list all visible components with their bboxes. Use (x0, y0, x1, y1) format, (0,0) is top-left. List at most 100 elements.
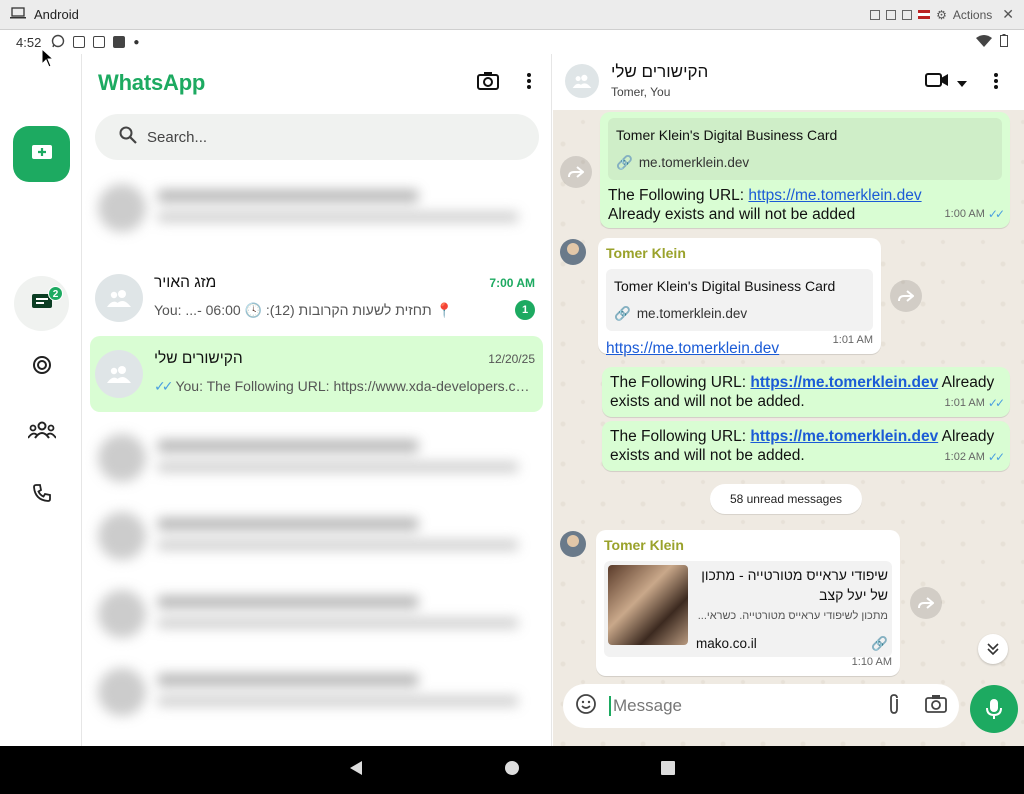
sender-avatar[interactable] (560, 531, 586, 557)
sticker-icon[interactable] (575, 693, 597, 720)
blurred-chat-row[interactable] (88, 582, 543, 648)
blurred-chat-row[interactable] (88, 660, 543, 726)
new-chat-button[interactable] (13, 126, 70, 182)
attach-icon[interactable] (887, 693, 901, 720)
home-icon[interactable] (504, 760, 520, 781)
new-chat-icon (31, 142, 53, 167)
overflow-menu-button[interactable] (514, 68, 544, 98)
calendar-icon (93, 36, 106, 48)
link-preview-card[interactable]: Tomer Klein's Digital Business Card 🔗 me.… (608, 118, 1002, 180)
rail-communities[interactable] (14, 405, 69, 460)
double-check-icon: ✓✓ (987, 207, 1005, 221)
camera-button[interactable] (473, 68, 503, 98)
blurred-chat-row[interactable] (88, 176, 543, 242)
search-placeholder: Search... (147, 128, 208, 146)
video-call-button[interactable] (925, 72, 967, 93)
mouse-cursor (41, 47, 55, 73)
status-updates-icon (31, 354, 53, 381)
forward-icon (918, 597, 934, 609)
forward-button[interactable] (560, 156, 592, 188)
conversation-panel: הקישורים שלי Tomer, You Tomer Klein's Di… (553, 54, 1024, 746)
message-input[interactable]: Message (609, 696, 682, 716)
flag-icon[interactable] (918, 10, 931, 19)
message-meta: 1:02 AM ✓✓ (945, 448, 1005, 467)
camera-icon (477, 71, 499, 96)
chat-row-weather[interactable]: מזג האויר 7:00 AM You: ...- 06:00 🕓 :(12… (90, 260, 543, 336)
message-bubble-incoming[interactable]: Tomer Klein שיפודי עראייס מטורטייה - מתכ… (596, 530, 900, 676)
wifi-icon (976, 34, 992, 50)
group-icon (572, 74, 592, 88)
more-notifications-dot: ● (133, 36, 140, 48)
search-icon (119, 126, 137, 148)
chats-unread-badge: 2 (48, 286, 63, 301)
chat-list-panel: WhatsApp Search... מזג האויר 7:00 AM You… (83, 54, 552, 746)
android-navigation-bar (0, 746, 1024, 794)
gear-icon[interactable]: ⚙ (936, 8, 947, 22)
scroll-to-bottom-button[interactable] (978, 634, 1008, 664)
voice-message-button[interactable] (970, 685, 1018, 733)
double-check-icon: ✓✓ (154, 378, 174, 394)
mic-icon (986, 699, 1002, 719)
communities-icon (26, 421, 57, 444)
message-url-link[interactable]: https://me.tomerklein.dev (750, 374, 938, 391)
forward-button[interactable] (910, 587, 942, 619)
phone-icon (32, 483, 52, 508)
chat-name: מזג האויר (154, 274, 217, 291)
emulator-title: Android (34, 7, 79, 22)
message-meta: 1:10 AM (851, 656, 892, 668)
link-preview-image (608, 565, 688, 645)
message-text: The Following URL: https://me.tomerklein… (610, 374, 995, 410)
message-bubble-outgoing[interactable]: The Following URL: https://me.tomerklein… (602, 421, 1010, 471)
link-preview-card[interactable]: Tomer Klein's Digital Business Card 🔗 me.… (606, 269, 873, 331)
blurred-chat-row[interactable] (88, 504, 543, 570)
group-avatar (95, 350, 143, 398)
conversation-avatar (565, 64, 599, 98)
link-preview-card[interactable]: שיפודי עראייס מטורטייה - מתכון של יעל קצ… (604, 561, 892, 657)
window-max-icon[interactable] (902, 9, 913, 20)
unread-badge: 1 (515, 300, 535, 320)
forward-button[interactable] (890, 280, 922, 312)
link-icon: 🔗 (616, 155, 633, 170)
double-chevron-down-icon (987, 643, 999, 655)
link-card-domain: mako.co.il (696, 636, 757, 651)
link-icon: 🔗 (614, 306, 631, 321)
chevron-down-icon (957, 74, 967, 92)
app-title: WhatsApp (98, 70, 206, 95)
message-url-link[interactable]: https://me.tomerklein.dev (748, 187, 921, 204)
message-bubble-outgoing[interactable]: The Following URL: https://me.tomerklein… (602, 367, 1010, 417)
conversation-menu-button[interactable] (993, 72, 999, 95)
group-avatar (95, 274, 143, 322)
window-split-icon[interactable] (886, 9, 897, 20)
close-icon[interactable]: ✕ (1002, 6, 1014, 23)
video-call-icon (925, 72, 949, 93)
camera-icon[interactable] (925, 694, 947, 719)
window-mode-icon[interactable] (870, 9, 881, 20)
recents-icon[interactable] (660, 760, 676, 781)
message-text: The Following URL: https://me.tomerklein… (610, 428, 995, 464)
rail-chats[interactable]: 2 (14, 276, 69, 331)
rail-updates[interactable] (14, 340, 69, 395)
message-bubble-incoming[interactable]: Tomer Klein Tomer Klein's Digital Busine… (598, 238, 881, 357)
conversation-header[interactable]: הקישורים שלי Tomer, You (553, 54, 1024, 110)
back-icon[interactable] (348, 760, 364, 781)
unread-messages-divider: 58 unread messages (710, 484, 862, 514)
forward-icon (898, 290, 914, 302)
message-url-link[interactable]: https://me.tomerklein.dev (606, 340, 779, 357)
blurred-chat-row[interactable] (88, 426, 543, 492)
chat-row-my-links[interactable]: הקישורים שלי 12/20/25 ✓✓ You: The Followi… (90, 336, 543, 412)
more-vert-icon (526, 72, 532, 95)
double-check-icon: ✓✓ (987, 450, 1005, 464)
search-bar[interactable]: Search... (95, 114, 539, 160)
message-url-link[interactable]: https://me.tomerklein.dev (750, 428, 938, 445)
sender-avatar[interactable] (560, 239, 586, 265)
chat-preview: ✓✓ You: The Following URL: https://www.xd… (154, 378, 535, 394)
actions-menu[interactable]: Actions (953, 8, 992, 22)
link-card-title: שיפודי עראייס מטורטייה - מתכון של יעל קצ… (701, 567, 888, 603)
message-meta: 1:00 AM ✓✓ (945, 205, 1005, 224)
message-bubble-outgoing[interactable]: Tomer Klein's Digital Business Card 🔗 me.… (600, 112, 1010, 228)
rail-calls[interactable] (14, 468, 69, 523)
message-composer[interactable]: Message (563, 684, 959, 728)
message-text: The Following URL: https://me.tomerklein… (608, 187, 922, 223)
link-card-description: מתכון לשיפודי עראייס מטורטייה. כשראי... (697, 610, 888, 622)
notification-a-icon (73, 36, 86, 48)
